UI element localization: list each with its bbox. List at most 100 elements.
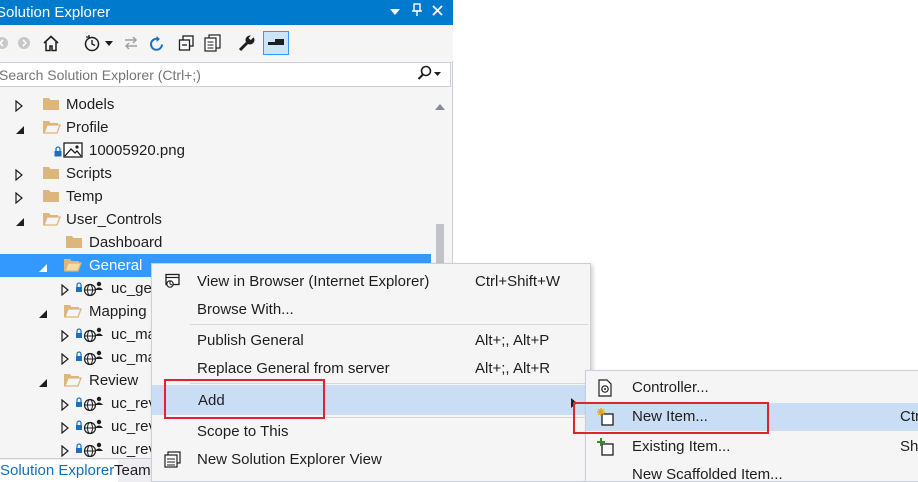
menu-item-label: Replace General from server (197, 360, 390, 377)
tree-item-label: Models (66, 96, 115, 113)
expand-arrow-icon[interactable] (61, 283, 71, 297)
folder-open-icon (63, 257, 82, 275)
tab-team[interactable]: Team (110, 460, 155, 482)
menu-item-label: Browse With... (197, 301, 294, 318)
new-view-icon (164, 451, 182, 471)
user-control-icon (75, 396, 105, 415)
menu-item-label: Scope to This (197, 423, 289, 440)
home-icon[interactable] (40, 31, 62, 55)
tree-item-label: Profile (66, 119, 109, 136)
menu-item-label: New Solution Explorer View (197, 451, 382, 468)
tree-item-label: Mapping (89, 303, 147, 320)
user-control-icon (75, 350, 105, 369)
forward-icon[interactable] (16, 31, 32, 55)
tree-item-label: uc_rev (111, 418, 157, 435)
preview-icon[interactable] (263, 31, 289, 55)
sync-icon[interactable] (122, 31, 140, 55)
browser-icon (164, 273, 182, 292)
menu-item-shortcut: Ctrl+Shift+W (475, 273, 561, 290)
close-icon[interactable] (428, 3, 446, 21)
menu-item-browse-with[interactable]: Browse With... (152, 296, 590, 323)
user-control-icon (75, 442, 105, 458)
tree-item-scripts[interactable]: Scripts (0, 162, 431, 185)
submenu-item-existing-item[interactable]: Existing Item... Shi (586, 433, 918, 461)
submenu-item-shortcut: Shi (900, 438, 918, 455)
menu-item-shortcut: Alt+;, Alt+P (475, 332, 550, 349)
collapse-arrow-icon[interactable] (38, 306, 48, 318)
user-control-icon (75, 281, 105, 300)
scroll-up-arrow-icon[interactable] (435, 97, 445, 113)
tree-item-profile[interactable]: Profile (0, 116, 431, 139)
user-control-icon (75, 327, 105, 346)
submenu-item-controller[interactable]: Controller... (586, 374, 918, 402)
window-position-dropdown-icon[interactable] (386, 3, 404, 21)
tree-item-label: Temp (66, 188, 103, 205)
tree-item-label: Scripts (66, 165, 112, 182)
expand-arrow-icon[interactable] (61, 444, 71, 458)
tree-item-temp[interactable]: Temp (0, 185, 431, 208)
refresh-icon[interactable] (148, 31, 166, 55)
context-menu: View in Browser (Internet Explorer) Ctrl… (151, 263, 591, 482)
collapse-arrow-icon[interactable] (15, 122, 25, 134)
lock-icon (54, 144, 62, 160)
tree-item-dashboard[interactable]: Dashboard (0, 231, 431, 254)
tree-item-image-file[interactable]: 10005920.png (0, 139, 431, 162)
menu-item-replace-from-server[interactable]: Replace General from server Alt+;, Alt+R (152, 355, 590, 382)
tree-item-label: Review (89, 372, 139, 389)
expand-arrow-icon[interactable] (15, 99, 25, 113)
pin-icon[interactable] (408, 3, 426, 21)
submenu-item-label: Controller... (632, 379, 709, 396)
tree-item-label: Dashboard (89, 234, 163, 251)
menu-item-new-solution-explorer-view[interactable]: New Solution Explorer View (152, 446, 590, 473)
search-icon[interactable] (416, 65, 442, 86)
menu-item-scope-to-this[interactable]: Scope to This (152, 418, 590, 445)
collapse-arrow-icon[interactable] (15, 214, 25, 226)
user-control-icon (75, 419, 105, 438)
tree-item-label: User_Controls (66, 211, 162, 228)
menu-separator (190, 324, 588, 325)
expand-arrow-icon[interactable] (15, 191, 25, 205)
expand-arrow-icon[interactable] (61, 398, 71, 412)
dropdown-icon[interactable] (104, 31, 114, 55)
folder-icon (42, 188, 60, 206)
search-input[interactable] (0, 65, 409, 85)
collapse-arrow-icon[interactable] (38, 260, 48, 272)
menu-item-publish[interactable]: Publish General Alt+;, Alt+P (152, 327, 590, 354)
folder-open-icon (42, 119, 61, 137)
submenu-item-shortcut: Ctrl (900, 408, 918, 425)
controller-icon (597, 379, 613, 400)
folder-open-icon (42, 211, 61, 229)
annotation-box-add (164, 379, 325, 419)
expand-arrow-icon[interactable] (61, 329, 71, 343)
back-icon[interactable] (0, 31, 10, 55)
folder-icon (42, 165, 60, 183)
image-file-icon (63, 142, 83, 161)
tree-item-user-controls[interactable]: User_Controls (0, 208, 431, 231)
tree-item-label: uc_rev (111, 441, 157, 458)
history-icon[interactable] (82, 31, 102, 55)
folder-open-icon (63, 303, 82, 321)
panel-title-bar: Solution Explorer (0, 0, 453, 25)
show-all-files-icon[interactable] (201, 31, 223, 55)
menu-item-view-in-browser[interactable]: View in Browser (Internet Explorer) Ctrl… (152, 268, 590, 295)
annotation-box-new-item (573, 402, 769, 434)
tree-item-label: 10005920.png (89, 142, 185, 159)
submenu-item-label: Existing Item... (632, 438, 731, 455)
expand-arrow-icon[interactable] (61, 352, 71, 366)
panel-toolbar (0, 25, 453, 61)
collapse-arrow-icon[interactable] (38, 375, 48, 387)
properties-icon[interactable] (236, 31, 258, 55)
menu-item-label: Publish General (197, 332, 304, 349)
submenu-item-label: New Scaffolded Item... (632, 466, 783, 482)
tree-item-models[interactable]: Models (0, 93, 431, 116)
expand-arrow-icon[interactable] (61, 421, 71, 435)
folder-icon (65, 234, 83, 252)
expand-arrow-icon[interactable] (15, 168, 25, 182)
collapse-all-icon[interactable] (176, 31, 196, 55)
folder-icon (42, 96, 60, 114)
submenu-item-new-scaffolded-item[interactable]: New Scaffolded Item... (586, 461, 918, 482)
menu-item-label: View in Browser (Internet Explorer) (197, 273, 430, 290)
tab-solution-explorer[interactable]: Solution Explorer (0, 460, 119, 482)
folder-open-icon (63, 372, 82, 390)
search-box[interactable] (0, 62, 451, 87)
